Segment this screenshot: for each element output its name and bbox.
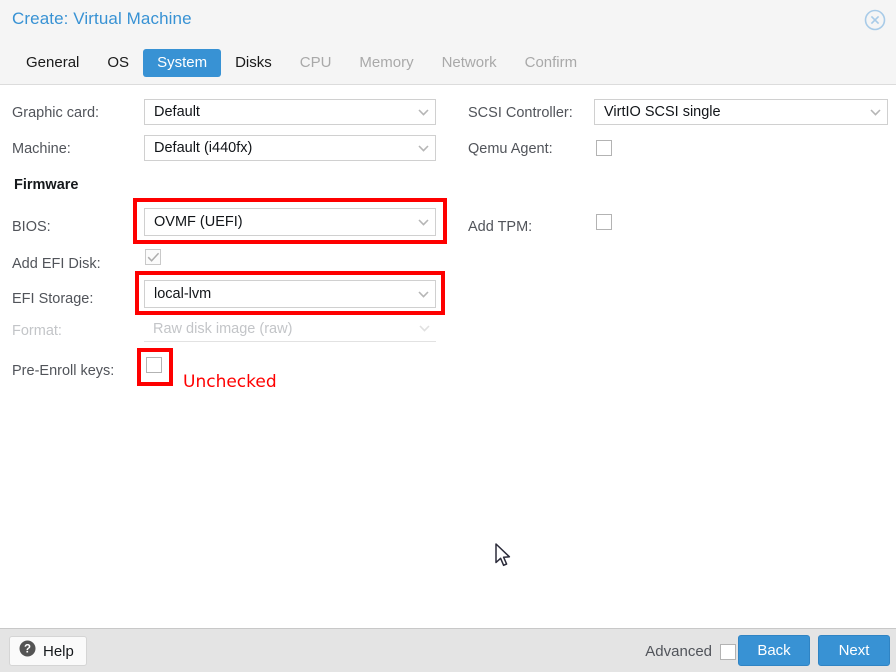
help-button-label: Help bbox=[43, 642, 74, 660]
arrow-cursor bbox=[494, 543, 512, 574]
add-efi-disk-label: Add EFI Disk: bbox=[12, 255, 101, 272]
add-tpm-label: Add TPM: bbox=[468, 218, 533, 235]
add-efi-disk-checkbox bbox=[145, 249, 161, 265]
add-efi-disk-label-row: Add EFI Disk: bbox=[12, 248, 101, 279]
bios-select[interactable]: OVMF (UEFI) bbox=[144, 208, 436, 236]
tab-cpu: CPU bbox=[299, 54, 332, 71]
chevron-down-icon bbox=[863, 108, 887, 116]
help-button[interactable]: ? Help bbox=[9, 636, 87, 666]
machine-select[interactable]: Default (i440fx) bbox=[144, 135, 436, 161]
add-tpm-label-row: Add TPM: bbox=[468, 211, 532, 242]
tab-bar: General OS System Disks CPU Memory Netwo… bbox=[12, 49, 591, 77]
machine-value: Default (i440fx) bbox=[154, 140, 253, 156]
back-button[interactable]: Back bbox=[738, 635, 810, 666]
tab-general[interactable]: General bbox=[12, 49, 93, 77]
efi-storage-label-row: EFI Storage: bbox=[12, 283, 93, 314]
qemu-agent-checkbox[interactable] bbox=[596, 140, 612, 156]
chevron-down-icon bbox=[411, 108, 435, 116]
scsi-controller-label-row: SCSI Controller: bbox=[468, 97, 573, 128]
pre-enroll-keys-label-row: Pre-Enroll keys: bbox=[12, 355, 114, 386]
page-title: Create: Virtual Machine bbox=[12, 9, 192, 28]
format-label-row: Format: bbox=[12, 315, 62, 346]
graphic-card-value: Default bbox=[154, 104, 200, 120]
tab-memory: Memory bbox=[359, 54, 414, 71]
create-vm-dialog: Create: Virtual Machine General OS Syste… bbox=[0, 0, 896, 672]
bios-value: OVMF (UEFI) bbox=[154, 214, 243, 230]
format-select: Raw disk image (raw) bbox=[144, 316, 436, 342]
efi-storage-select[interactable]: local-lvm bbox=[144, 280, 436, 308]
dialog-footer: ? Help Advanced Back Next bbox=[0, 628, 896, 672]
tab-confirm: Confirm bbox=[524, 54, 578, 71]
machine-label-row: Machine: bbox=[12, 133, 71, 164]
pre-enroll-keys-label: Pre-Enroll keys: bbox=[12, 362, 115, 379]
tab-disks[interactable]: Disks bbox=[221, 49, 286, 77]
annotation-unchecked-label: Unchecked bbox=[183, 372, 277, 392]
svg-text:?: ? bbox=[24, 644, 31, 656]
chevron-down-icon bbox=[412, 325, 436, 332]
bios-label: BIOS: bbox=[12, 218, 51, 235]
tab-network: Network bbox=[441, 54, 497, 71]
format-label: Format: bbox=[12, 322, 62, 339]
efi-storage-label: EFI Storage: bbox=[12, 290, 94, 307]
bios-label-row: BIOS: bbox=[12, 211, 51, 242]
advanced-toggle-group: Advanced bbox=[645, 643, 736, 660]
chevron-down-icon bbox=[411, 290, 435, 298]
dialog-header: Create: Virtual Machine General OS Syste… bbox=[0, 0, 896, 85]
chevron-down-icon bbox=[411, 144, 435, 152]
scsi-controller-label: SCSI Controller: bbox=[468, 104, 573, 121]
efi-storage-value: local-lvm bbox=[154, 286, 212, 302]
close-icon[interactable] bbox=[862, 7, 888, 33]
qemu-agent-label: Qemu Agent: bbox=[468, 140, 553, 157]
scsi-controller-select[interactable]: VirtIO SCSI single bbox=[594, 99, 888, 125]
pre-enroll-keys-checkbox[interactable] bbox=[146, 357, 162, 373]
scsi-controller-value: VirtIO SCSI single bbox=[604, 104, 721, 120]
advanced-checkbox[interactable] bbox=[720, 643, 736, 660]
advanced-label: Advanced bbox=[645, 643, 712, 660]
question-mark-circle-icon: ? bbox=[19, 640, 36, 662]
machine-label: Machine: bbox=[12, 140, 71, 157]
graphic-card-label-row: Graphic card: bbox=[12, 97, 99, 128]
format-value: Raw disk image (raw) bbox=[153, 320, 293, 337]
firmware-section-heading: Firmware bbox=[14, 177, 79, 193]
add-tpm-checkbox[interactable] bbox=[596, 214, 612, 230]
dialog-body: Graphic card: Default Machine: Default (… bbox=[0, 85, 896, 628]
graphic-card-label: Graphic card: bbox=[12, 104, 100, 121]
graphic-card-select[interactable]: Default bbox=[144, 99, 436, 125]
tab-system[interactable]: System bbox=[143, 49, 222, 77]
chevron-down-icon bbox=[411, 218, 435, 226]
next-button[interactable]: Next bbox=[818, 635, 890, 666]
qemu-agent-label-row: Qemu Agent: bbox=[468, 133, 553, 164]
tab-os[interactable]: OS bbox=[93, 49, 143, 77]
